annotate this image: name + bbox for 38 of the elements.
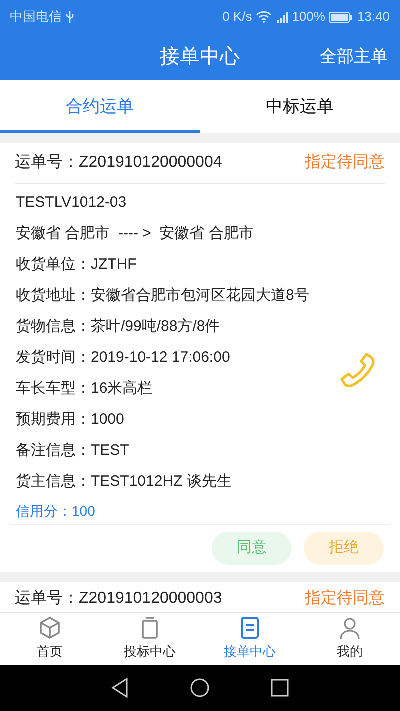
tab[interactable]: 中标运单: [200, 80, 400, 133]
person-icon: [338, 616, 362, 640]
detail-row-text: 收货单位：JZTHF: [16, 255, 137, 276]
detail-row-text: 发货时间：2019-10-12 17:06:00: [16, 348, 230, 368]
status-label: 指定待同意: [305, 588, 385, 608]
all-orders-link[interactable]: 全部主单: [320, 44, 388, 70]
agree-button[interactable]: 同意: [212, 532, 292, 565]
recents-icon[interactable]: [271, 679, 290, 697]
signal-icon: [276, 11, 290, 23]
usb-icon: [66, 11, 74, 23]
back-icon[interactable]: [110, 678, 129, 698]
page-title: 接单中心: [160, 45, 240, 70]
status-label: 指定待同意: [305, 152, 385, 173]
waybill-number: 运单号：Z201910120000003: [15, 588, 222, 608]
detail-row-text: 收货地址：安徽省合肥市包河区花园大道8号: [16, 286, 310, 306]
nav-tab[interactable]: 我的: [300, 613, 400, 665]
document-icon: [238, 616, 262, 640]
detail-row-text: 备注信息：TEST: [16, 441, 130, 462]
carrier-name: 中国电信: [10, 8, 62, 26]
wifi-icon: [256, 11, 272, 23]
tab[interactable]: 合约运单: [0, 80, 200, 133]
order-code: TESTLV1012-03: [16, 193, 127, 214]
credit-score: 信用分：100: [16, 502, 96, 520]
route-text: 安徽省 合肥市 ---- > 安徽省 合肥市: [16, 224, 254, 244]
detail-row-text: 车长车型：16米高栏: [16, 379, 153, 400]
nav-tab[interactable]: 首页: [0, 613, 100, 665]
clock-time: 13:40: [357, 8, 390, 26]
detail-row-text: 货物信息：茶叶/99吨/88方/8件: [16, 317, 220, 338]
battery-percent: 100%: [292, 8, 326, 26]
nav-tab[interactable]: 接单中心: [200, 613, 300, 665]
cube-icon: [38, 616, 62, 640]
battery-icon: [329, 12, 354, 22]
home-circle-icon[interactable]: [190, 678, 210, 698]
detail-row-text: 预期费用：1000: [16, 410, 124, 430]
waybill-number: 运单号：Z201910120000004: [15, 153, 222, 173]
detail-row-text: 货主信息：TEST1012HZ 谈先生: [16, 472, 232, 492]
network-speed: 0 K/s: [222, 8, 252, 26]
nav-tab[interactable]: 投标中心: [100, 613, 200, 665]
